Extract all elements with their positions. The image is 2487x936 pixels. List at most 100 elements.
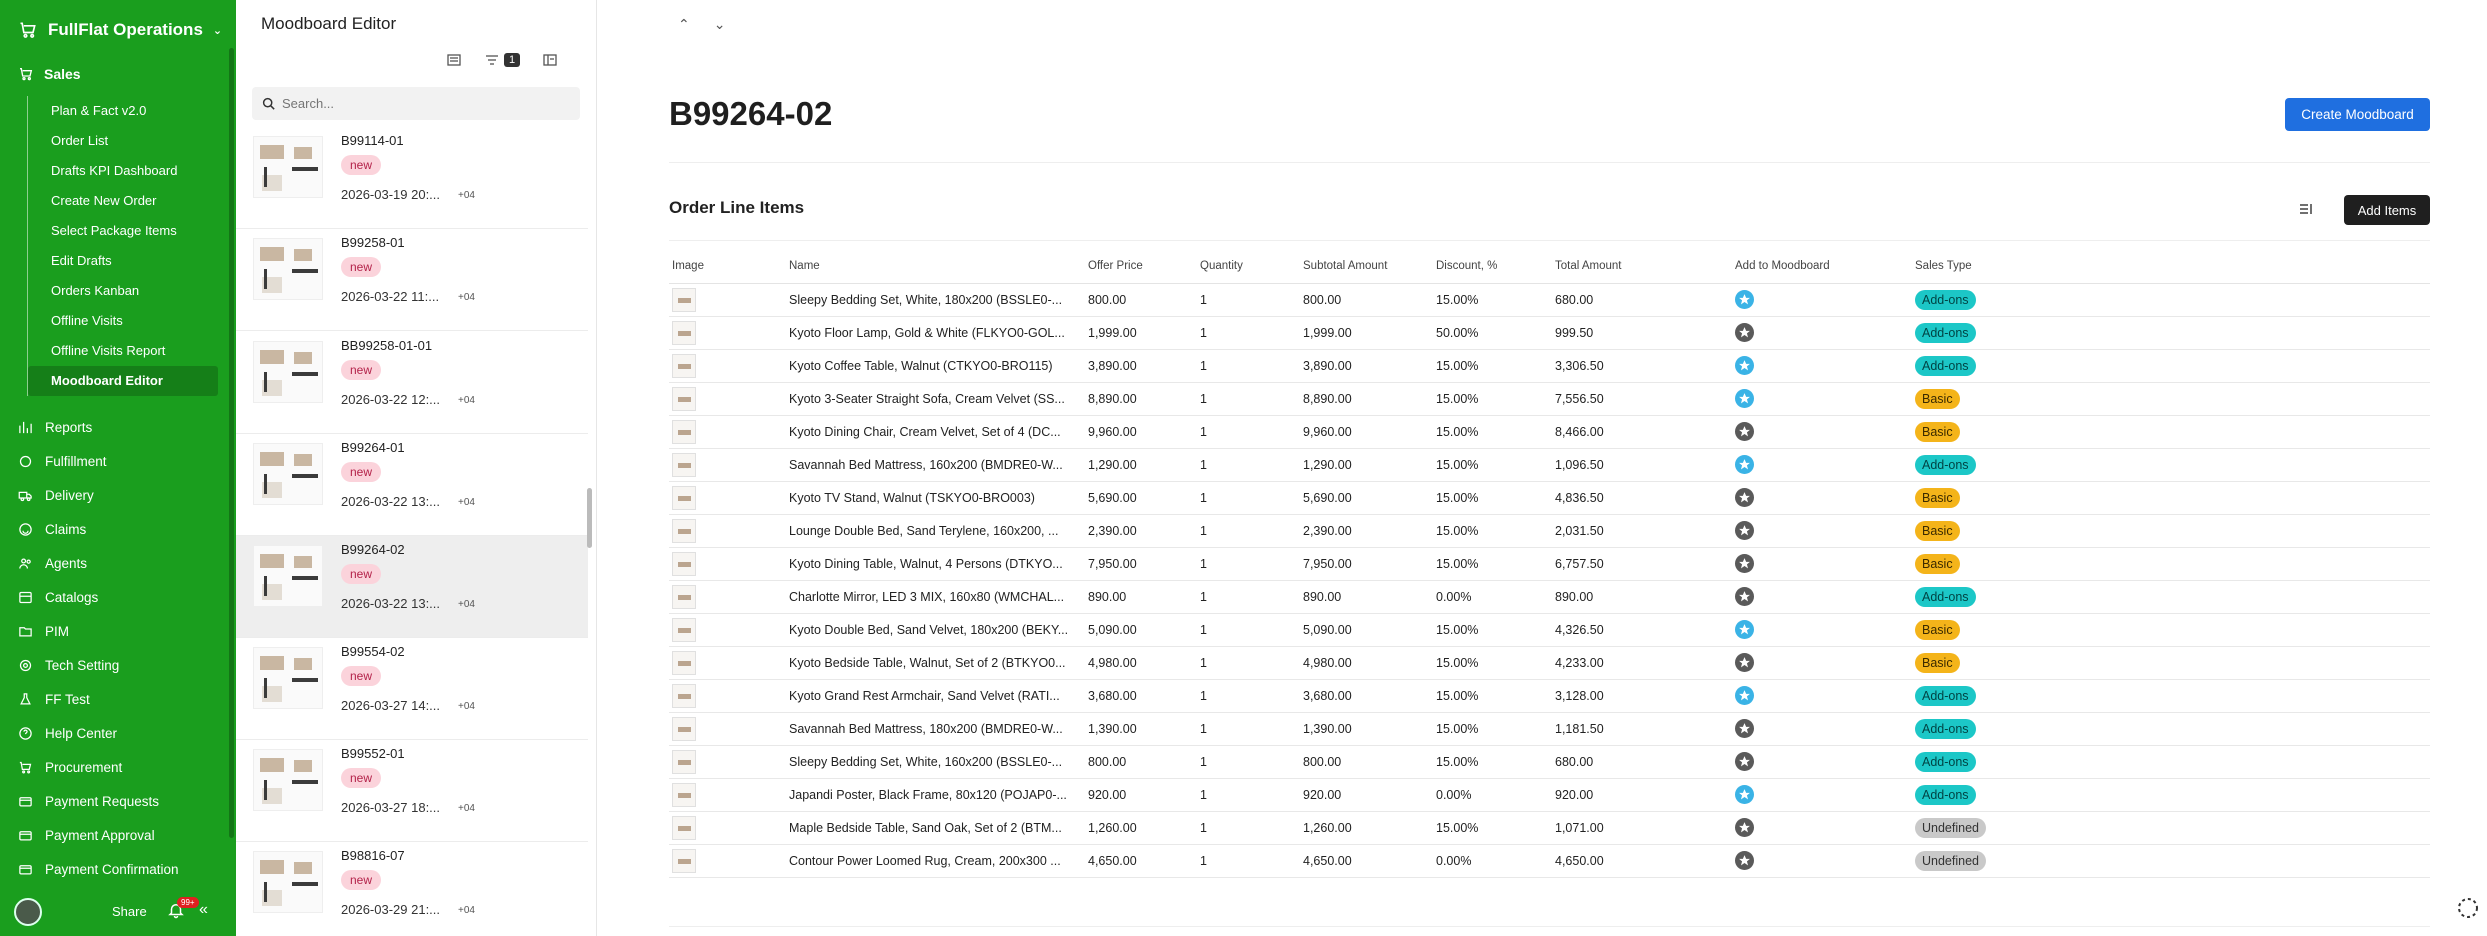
product-name[interactable]: Savannah Bed Mattress, 160x200 (BMDRE0-W… [786,448,1085,482]
sidebar-item-payment-requests[interactable]: Payment Requests [18,784,179,818]
table-row[interactable]: Kyoto Grand Rest Armchair, Sand Velvet (… [669,679,2430,713]
product-thumbnail[interactable] [672,683,696,708]
sidebar-item-plan-fact-v2-0[interactable]: Plan & Fact v2.0 [28,96,222,126]
star-icon[interactable] [1735,455,1754,474]
sidebar-item-payment-approval[interactable]: Payment Approval [18,818,179,852]
table-row[interactable]: Maple Bedside Table, Sand Oak, Set of 2 … [669,811,2430,845]
list-item[interactable]: BB99258-01-01 new 2026-03-22 12:... +04 [236,332,588,434]
product-thumbnail[interactable] [672,518,696,543]
product-name[interactable]: Kyoto TV Stand, Walnut (TSKYO0-BRO003) [786,481,1085,515]
list-scrollbar[interactable] [587,488,592,548]
add-items-button[interactable]: Add Items [2344,195,2430,225]
column-header[interactable]: Sales Type [1912,250,2430,284]
collapse-icon[interactable]: « [199,901,208,919]
search-box[interactable] [252,87,580,120]
column-header[interactable]: Discount, % [1433,250,1552,284]
product-thumbnail[interactable] [672,749,696,774]
table-row[interactable]: Kyoto Floor Lamp, Gold & White (FLKYO0-G… [669,316,2430,350]
product-thumbnail[interactable] [672,353,696,378]
sidebar-item-help-center[interactable]: Help Center [18,716,179,750]
column-header[interactable]: Offer Price [1085,250,1197,284]
product-thumbnail[interactable] [672,617,696,642]
table-row[interactable]: Charlotte Mirror, LED 3 MIX, 160x80 (WMC… [669,580,2430,614]
star-icon[interactable] [1735,554,1754,573]
table-row[interactable]: Kyoto TV Stand, Walnut (TSKYO0-BRO003) 5,… [669,481,2430,515]
sidebar-item-reports[interactable]: Reports [18,410,179,444]
sidebar-item-order-list[interactable]: Order List [28,126,222,156]
list-item[interactable]: B99114-01 new 2026-03-19 20:... +04 [236,130,588,229]
product-thumbnail[interactable] [672,551,696,576]
sidebar-item-edit-drafts[interactable]: Edit Drafts [28,246,222,276]
list-item[interactable]: B99258-01 new 2026-03-22 11:... +04 [236,229,588,331]
star-icon[interactable] [1735,389,1754,408]
product-name[interactable]: Kyoto Coffee Table, Walnut (CTKYO0-BRO11… [786,349,1085,383]
product-name[interactable]: Kyoto Floor Lamp, Gold & White (FLKYO0-G… [786,316,1085,350]
previous-record-icon[interactable]: ⌃ [678,16,690,33]
sidebar-item-delivery[interactable]: Delivery [18,478,179,512]
app-switcher[interactable]: FullFlat Operations ⌄ [18,17,222,43]
list-item[interactable]: B99264-02 new 2026-03-22 13:... +04 [236,536,588,638]
sidebar-item-create-new-order[interactable]: Create New Order [28,186,222,216]
sidebar-item-moodboard-editor[interactable]: Moodboard Editor [28,366,218,396]
columns-settings-icon[interactable] [2298,201,2314,217]
table-row[interactable]: Kyoto Bedside Table, Walnut, Set of 2 (B… [669,646,2430,680]
star-icon[interactable] [1735,521,1754,540]
sidebar-item-procurement[interactable]: Procurement [18,750,179,784]
product-thumbnail[interactable] [672,419,696,444]
product-thumbnail[interactable] [672,485,696,510]
product-name[interactable]: Kyoto Bedside Table, Walnut, Set of 2 (B… [786,646,1085,680]
avatar[interactable] [14,898,42,926]
star-icon[interactable] [1735,653,1754,672]
sidebar-item-pim[interactable]: PIM [18,614,179,648]
product-thumbnail[interactable] [672,584,696,609]
sidebar-item-sales[interactable]: Sales [18,66,81,82]
table-row[interactable]: Sleepy Bedding Set, White, 160x200 (BSSL… [669,745,2430,779]
product-name[interactable]: Savannah Bed Mattress, 180x200 (BMDRE0-W… [786,712,1085,746]
list-item[interactable]: B99552-01 new 2026-03-27 18:... +04 [236,740,588,842]
column-header[interactable]: Name [786,250,1085,284]
table-row[interactable]: Kyoto Double Bed, Sand Velvet, 180x200 (… [669,613,2430,647]
sidebar-item-offline-visits[interactable]: Offline Visits [28,306,222,336]
sidebar-item-claims[interactable]: Claims [18,512,179,546]
sidebar-item-tech-setting[interactable]: Tech Setting [18,648,179,682]
product-name[interactable]: Lounge Double Bed, Sand Terylene, 160x20… [786,514,1085,548]
star-icon[interactable] [1735,620,1754,639]
column-header[interactable]: Add to Moodboard [1732,250,1912,284]
next-record-icon[interactable]: ⌄ [714,16,726,33]
star-icon[interactable] [1735,356,1754,375]
sidebar-item-select-package-items[interactable]: Select Package Items [28,216,222,246]
product-name[interactable]: Kyoto Double Bed, Sand Velvet, 180x200 (… [786,613,1085,647]
star-icon[interactable] [1735,785,1754,804]
table-row[interactable]: Sleepy Bedding Set, White, 180x200 (BSSL… [669,283,2430,317]
sidebar-item-agents[interactable]: Agents [18,546,179,580]
star-icon[interactable] [1735,818,1754,837]
table-row[interactable]: Japandi Poster, Black Frame, 80x120 (POJ… [669,778,2430,812]
product-thumbnail[interactable] [672,452,696,477]
create-moodboard-button[interactable]: Create Moodboard [2285,98,2430,131]
product-thumbnail[interactable] [672,848,696,873]
product-name[interactable]: Japandi Poster, Black Frame, 80x120 (POJ… [786,778,1085,812]
table-row[interactable]: Savannah Bed Mattress, 160x200 (BMDRE0-W… [669,448,2430,482]
star-icon[interactable] [1735,686,1754,705]
table-row[interactable]: Contour Power Loomed Rug, Cream, 200x300… [669,844,2430,878]
table-row[interactable]: Kyoto Dining Table, Walnut, 4 Persons (D… [669,547,2430,581]
product-thumbnail[interactable] [672,320,696,345]
table-row[interactable]: Kyoto Coffee Table, Walnut (CTKYO0-BRO11… [669,349,2430,383]
table-row[interactable]: Kyoto 3-Seater Straight Sofa, Cream Velv… [669,382,2430,416]
sidebar-scrollbar[interactable] [229,48,234,838]
list-item[interactable]: B98816-07 new 2026-03-29 21:... +04 [236,842,588,936]
product-thumbnail[interactable] [672,386,696,411]
star-icon[interactable] [1735,752,1754,771]
sidebar-item-offline-visits-report[interactable]: Offline Visits Report [28,336,222,366]
star-icon[interactable] [1735,488,1754,507]
product-thumbnail[interactable] [672,815,696,840]
product-name[interactable]: Sleepy Bedding Set, White, 160x200 (BSSL… [786,745,1085,779]
product-name[interactable]: Kyoto Dining Chair, Cream Velvet, Set of… [786,415,1085,449]
star-icon[interactable] [1735,422,1754,441]
list-item[interactable]: B99554-02 new 2026-03-27 14:... +04 [236,638,588,740]
list-item[interactable]: B99264-01 new 2026-03-22 13:... +04 [236,434,588,536]
product-name[interactable]: Contour Power Loomed Rug, Cream, 200x300… [786,844,1085,878]
star-icon[interactable] [1735,719,1754,738]
sidebar-item-drafts-kpi-dashboard[interactable]: Drafts KPI Dashboard [28,156,222,186]
product-name[interactable]: Kyoto Dining Table, Walnut, 4 Persons (D… [786,547,1085,581]
